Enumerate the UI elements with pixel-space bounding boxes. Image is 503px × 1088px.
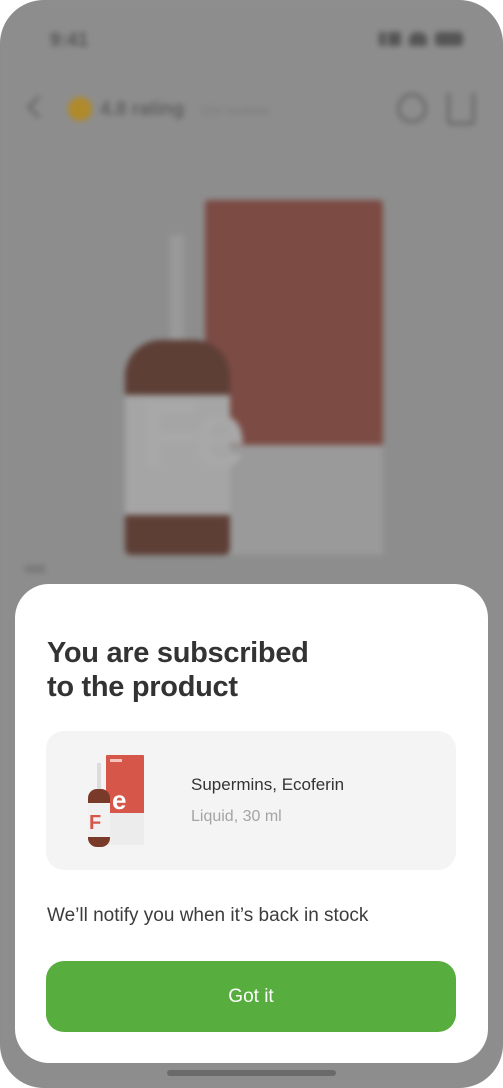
hero-bottle-dropper	[170, 235, 184, 345]
rating-reviews: 154 reviews	[200, 103, 270, 118]
sheet-title-line2: to the product	[47, 671, 238, 703]
notify-message: We’ll notify you when it’s back in stock	[47, 905, 369, 926]
status-time: 9:41	[50, 30, 89, 51]
got-it-button[interactable]: Got it	[46, 961, 456, 1032]
home-indicator[interactable]	[167, 1070, 336, 1076]
signal-icon	[379, 32, 401, 46]
wifi-icon	[409, 32, 427, 46]
back-icon[interactable]	[26, 95, 50, 119]
gallery-pagination	[24, 565, 46, 573]
share-icon[interactable]	[447, 93, 475, 125]
product-variant: Liquid, 30 ml	[191, 808, 282, 825]
product-image: e F	[88, 755, 144, 847]
status-bar: 9:41	[0, 0, 503, 80]
sheet-title: You are subscribed to the product	[47, 636, 427, 704]
svg-text:F: F	[89, 812, 101, 834]
app-header: 4.8 rating 154 reviews	[0, 85, 503, 135]
star-icon	[68, 97, 92, 121]
svg-text:e: e	[112, 785, 126, 815]
rating-value: 4.8 rating	[100, 99, 185, 120]
product-name: Supermins, Ecoferin	[191, 775, 345, 794]
status-icons	[379, 32, 463, 46]
heart-icon[interactable]	[397, 93, 427, 123]
subscription-bottom-sheet: You are subscribed to the product e F Su…	[15, 584, 488, 1063]
product-card: e F Supermins, Ecoferin Liquid, 30 ml	[46, 731, 456, 870]
hero-product-logo: Fe	[140, 381, 246, 488]
battery-icon	[435, 32, 463, 46]
hero-product-box	[205, 200, 383, 555]
sheet-title-line1: You are subscribed	[47, 637, 309, 669]
phone-screen: 9:41 4.8 rating 154 reviews Fe You are s…	[0, 0, 503, 1088]
